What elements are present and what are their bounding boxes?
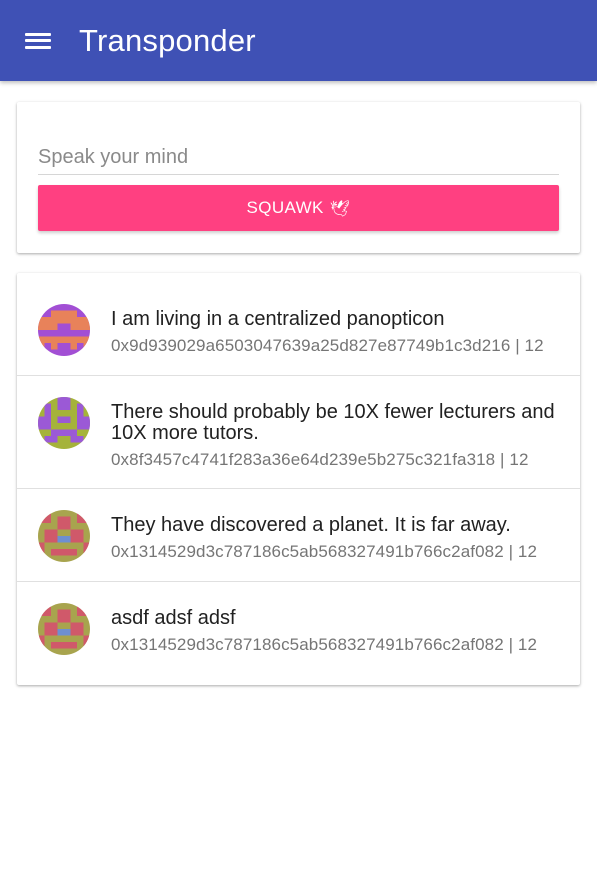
post-text: I am living in a centralized panopticon	[111, 308, 445, 330]
list-item[interactable]: They have discovered a planet. It is far…	[17, 489, 580, 582]
identicon-avatar	[38, 510, 90, 562]
app-title: Transponder	[79, 22, 256, 58]
list-item[interactable]: I am living in a centralized panopticon …	[17, 273, 580, 376]
post-meta: 0x8f3457c4741f283a36e64d239e5b275c321fa3…	[111, 450, 529, 469]
post-feed: I am living in a centralized panopticon …	[17, 273, 580, 685]
identicon-avatar	[38, 603, 90, 655]
squawk-button[interactable]: SQUAWK 🕊	[38, 185, 559, 231]
dove-icon: 🕊	[329, 198, 351, 218]
squawk-button-label: SQUAWK	[246, 198, 324, 217]
post-text: asdf adsf adsf	[111, 607, 236, 629]
post-meta: 0x9d939029a6503047639a25d827e87749b1c3d2…	[111, 336, 544, 355]
composer-card: SQUAWK 🕊	[17, 102, 580, 253]
speak-your-mind-input[interactable]	[38, 140, 559, 175]
identicon-avatar	[38, 397, 90, 449]
post-text: There should probably be 10X fewer lectu…	[111, 401, 555, 444]
identicon-avatar	[38, 304, 90, 356]
list-item[interactable]: There should probably be 10X fewer lectu…	[17, 376, 580, 489]
menu-icon[interactable]	[25, 31, 51, 51]
list-item[interactable]: asdf adsf adsf 0x1314529d3c787186c5ab568…	[17, 582, 580, 685]
post-text: They have discovered a planet. It is far…	[111, 514, 511, 536]
app-bar: Transponder	[0, 0, 597, 81]
post-meta: 0x1314529d3c787186c5ab568327491b766c2af0…	[111, 542, 538, 561]
post-meta: 0x1314529d3c787186c5ab568327491b766c2af0…	[111, 635, 538, 654]
